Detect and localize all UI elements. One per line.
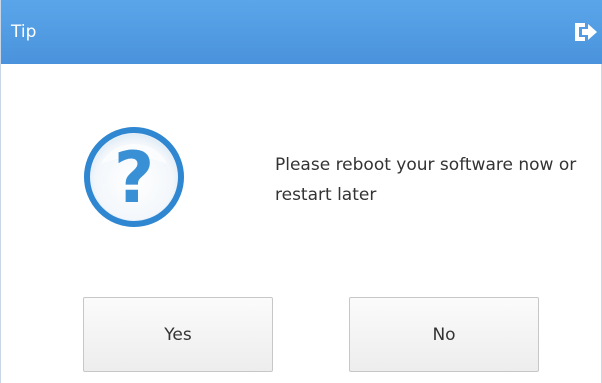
yes-button[interactable]: Yes bbox=[83, 297, 273, 372]
reboot-tip-dialog: Tip ? Please reboot your software now or… bbox=[0, 0, 602, 383]
question-icon: ? bbox=[79, 122, 189, 232]
dialog-title-bar: Tip bbox=[1, 0, 602, 64]
dialog-message: Please reboot your software now or resta… bbox=[275, 155, 577, 205]
exit-icon[interactable] bbox=[573, 20, 599, 44]
no-button[interactable]: No bbox=[349, 297, 539, 372]
svg-text:?: ? bbox=[114, 137, 155, 219]
dialog-title: Tip bbox=[11, 22, 37, 42]
